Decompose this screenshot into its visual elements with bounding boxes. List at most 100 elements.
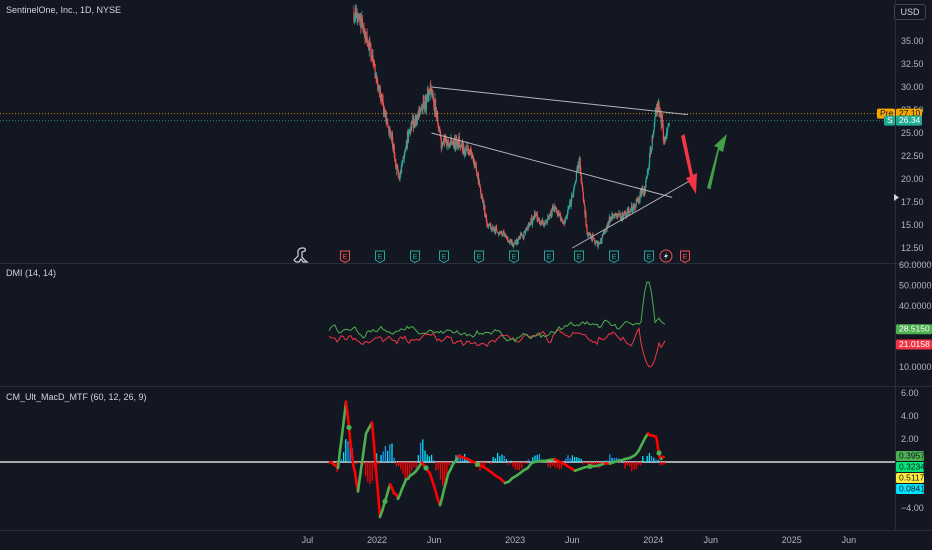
earnings-marker: E (680, 250, 690, 264)
earnings-marker-label: E (547, 254, 552, 261)
candle-body (390, 131, 392, 140)
candle-body (581, 183, 583, 188)
time-axis-label: Jun (565, 535, 580, 545)
macd-line-segment (370, 421, 376, 446)
earnings-marker-label: E (477, 254, 482, 261)
macd-cross-dot (656, 450, 662, 456)
lightning-icon[interactable] (659, 249, 673, 263)
earnings-marker-label: E (647, 254, 652, 261)
macd-value-badge-text: 0.3957 (899, 451, 925, 461)
earnings-marker-label: E (612, 254, 617, 261)
price-tick-label: 20.00 (901, 174, 924, 184)
earnings-marker: E (644, 250, 654, 264)
macd-line-segment (344, 400, 349, 416)
candle-body (666, 128, 669, 132)
time-axis-label: Jun (427, 535, 442, 545)
dmi-minus-badge-text: 21.0158 (899, 339, 930, 349)
macd-value-badge: 0.3234 (896, 462, 925, 472)
trendlines (431, 86, 694, 249)
macd-line-segment (356, 475, 362, 493)
dmi-lines (328, 281, 666, 368)
macd-line-segment (433, 487, 439, 500)
macd-value-badge-text: 0.0841 (899, 484, 925, 494)
last-value-badge: 26.34 (896, 115, 922, 126)
dmi-tick-label: 50.0000 (899, 280, 932, 290)
time-axis-label: Jul (302, 535, 314, 545)
price-tick-label: 35.00 (901, 36, 924, 46)
macd-cross-dot (474, 461, 481, 468)
macd-value-badge: 0.0841 (896, 484, 925, 494)
time-axis-label: 2023 (505, 535, 525, 545)
earnings-marker: E (544, 250, 554, 264)
candle-body (404, 150, 406, 156)
candle-body (467, 149, 469, 152)
candle-body (538, 219, 540, 223)
candle-body (495, 225, 498, 230)
price-tick-label: 12.50 (901, 243, 924, 253)
earnings-marker: E (340, 250, 350, 264)
candle-body (492, 226, 494, 230)
earnings-marker: E (574, 250, 584, 264)
candle-body (668, 122, 670, 126)
macd-line-segment (350, 453, 355, 468)
dmi-title: DMI (14, 14) (6, 268, 57, 278)
earnings-marker-label: E (512, 254, 517, 261)
candle-body (654, 116, 656, 124)
price-tick-label: 17.50 (901, 197, 924, 207)
candle-body (387, 123, 389, 128)
macd-value-badge-text: 0.3234 (899, 462, 925, 472)
earnings-marker: E (439, 250, 449, 264)
candle-body (519, 234, 521, 239)
candle-body (629, 209, 632, 212)
macd-tick-label: 4.00 (901, 411, 919, 421)
last-label-badge-text: S (887, 115, 893, 125)
earnings-marker-label: E (442, 254, 447, 261)
time-axis-label: 2025 (782, 535, 802, 545)
earnings-marker-label: E (343, 254, 348, 261)
candle-body (426, 96, 428, 100)
macd-tick-label: 2.00 (901, 434, 919, 444)
macd-line-segment (353, 471, 358, 485)
trendline (572, 178, 694, 249)
candle-body (601, 238, 603, 243)
dinosaur-icon[interactable] (293, 247, 309, 263)
dmi-minus-badge: 21.0158 (896, 339, 932, 350)
dmi-plus-badge-text: 28.5150 (899, 324, 930, 334)
candle-body (382, 100, 384, 104)
axis-marker-icon (894, 194, 899, 201)
currency-button[interactable]: USD (894, 4, 926, 20)
green-up-arrow (707, 134, 727, 190)
earnings-marker: E (609, 250, 619, 264)
symbol-title: SentinelOne, Inc., 1D, NYSE (6, 5, 122, 15)
axis-ticks: 35.0032.5030.0027.5025.0022.5020.0017.50… (302, 36, 932, 545)
price-lines (0, 113, 895, 122)
candle-body (586, 226, 588, 234)
event-markers[interactable]: EEEEEEEEEEE (340, 250, 690, 264)
price-tick-label: 25.00 (901, 128, 924, 138)
candle-body (582, 187, 584, 193)
dmi-tick-label: 60.0000 (899, 260, 932, 270)
macd-line-segment (374, 468, 380, 495)
earnings-marker: E (509, 250, 519, 264)
candle-body (437, 115, 439, 124)
candle-body (645, 179, 647, 181)
macd-line-segment (338, 433, 344, 452)
dmi-plus-badge: 28.5150 (896, 324, 932, 335)
macd-tick-label: −4.00 (901, 503, 924, 513)
macd-title: CM_Ult_MacD_MTF (60, 12, 26, 9) (6, 392, 147, 402)
candle-body (472, 154, 474, 157)
candle-body (503, 230, 505, 234)
earnings-marker-label: E (683, 254, 688, 261)
dmi-tick-label: 40.0000 (899, 301, 932, 311)
last-label-badge: S (884, 115, 895, 126)
candle-body (401, 163, 403, 173)
candle-body (466, 146, 468, 150)
candle-body (523, 231, 525, 239)
chart-root: EEEEEEEEEEE 35.0032.5030.0027.5025.0022.… (0, 0, 932, 545)
candle-body (648, 153, 651, 167)
candle-body (394, 152, 396, 159)
trendline (431, 86, 688, 116)
earnings-marker-label: E (413, 254, 418, 261)
time-axis-label: 2022 (367, 535, 387, 545)
price-tick-label: 30.00 (901, 82, 924, 92)
